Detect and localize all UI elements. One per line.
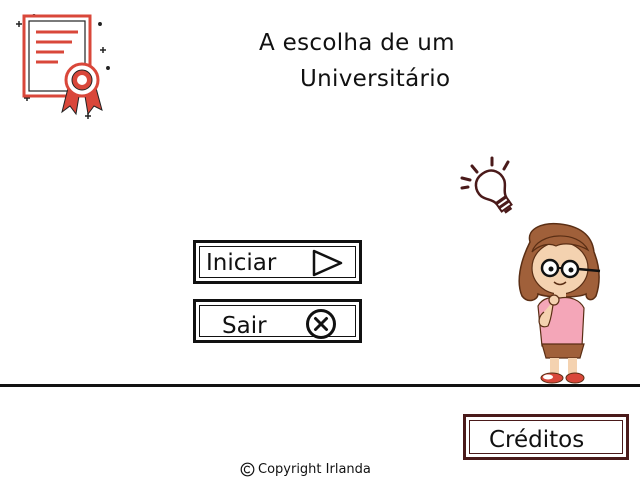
main-menu-screen: A escolha de um Universitário Iniciar Sa… xyxy=(0,0,640,480)
student-character xyxy=(518,222,601,384)
credits-button[interactable]: Créditos xyxy=(463,414,629,460)
circle-x-icon xyxy=(306,309,336,339)
credits-button-label: Créditos xyxy=(489,427,585,453)
copyright-footer: Copyright Irlanda xyxy=(240,462,371,477)
lightbulb-icon xyxy=(460,156,513,214)
copyright-symbol-icon xyxy=(240,462,255,477)
game-title-line-2: Universitário xyxy=(300,66,451,92)
exit-button[interactable]: Sair xyxy=(193,299,362,343)
play-triangle-icon xyxy=(312,249,343,277)
start-button-label: Iniciar xyxy=(206,250,277,276)
ground-line xyxy=(0,384,640,387)
game-title-line-1: A escolha de um xyxy=(259,30,455,56)
certificate-icon xyxy=(16,14,110,119)
start-button[interactable]: Iniciar xyxy=(193,240,362,284)
copyright-text: Copyright Irlanda xyxy=(258,462,371,477)
exit-button-label: Sair xyxy=(222,313,267,339)
